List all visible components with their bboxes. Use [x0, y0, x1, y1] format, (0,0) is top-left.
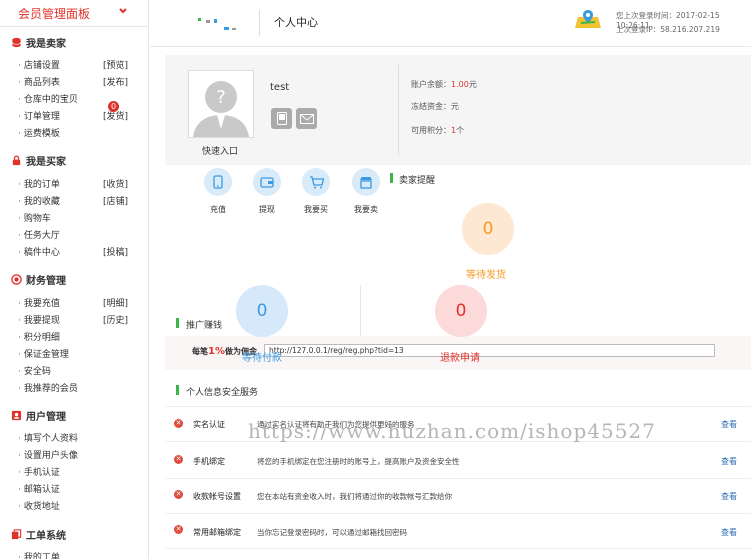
sidebar-item-points[interactable]: 积分明细: [18, 330, 128, 343]
site-logo[interactable]: [196, 13, 246, 37]
points-row: 可用积分：1个: [411, 126, 465, 135]
close-icon: ✕: [174, 525, 183, 534]
balance-row: 账户余额：1.00元: [411, 80, 477, 89]
coin-icon: [11, 274, 22, 285]
sidebar-item-my-orders[interactable]: 我的订单[收货]: [18, 177, 128, 190]
seller-reminder-title: 卖家提醒: [399, 176, 436, 186]
section-seller[interactable]: 我是卖家: [11, 35, 66, 50]
section-user[interactable]: 用户管理: [11, 408, 66, 423]
sidebar-item-avatar[interactable]: 设置用户头像: [18, 448, 128, 461]
sidebar-item-address[interactable]: 收货地址: [18, 499, 128, 512]
view-link[interactable]: 查看: [721, 456, 737, 467]
frozen-row: 冻结资金：元: [411, 102, 459, 111]
copy-icon: [11, 529, 22, 540]
sidebar: 会员管理面板 我是卖家 店铺设置[预览] 商品列表[发布] 仓库中的宝贝 订单管…: [0, 0, 149, 559]
shop-icon: [360, 176, 372, 189]
promo-title: 推广赚钱: [186, 321, 223, 331]
view-link[interactable]: 查看: [721, 419, 737, 430]
sidebar-item-deposit[interactable]: 保证金管理: [18, 347, 128, 360]
wait-ship-count[interactable]: 0: [462, 203, 514, 255]
chevron-down-icon[interactable]: [118, 6, 128, 16]
cart-icon: [309, 175, 324, 188]
wait-pay-count[interactable]: 0: [236, 285, 288, 337]
sidebar-item-freight-template[interactable]: 运费模板: [18, 126, 128, 139]
map-pin-icon: [575, 10, 601, 28]
database-icon: [12, 37, 21, 48]
sell-button[interactable]: [352, 168, 380, 196]
sidebar-item-profile[interactable]: 填写个人资料: [18, 431, 128, 444]
security-row: [165, 478, 751, 512]
phone-verify-icon[interactable]: [271, 108, 292, 129]
withdraw-label[interactable]: 提现: [247, 204, 287, 215]
sidebar-item-product-list[interactable]: 商品列表[发布]: [18, 75, 128, 88]
sidebar-item-phone-verify[interactable]: 手机认证: [18, 465, 128, 478]
security-row-name: 收款帐号设置: [193, 492, 241, 501]
last-login-ip: 上次登录IP：58.216.207.219: [616, 25, 720, 34]
phone-icon: [213, 175, 223, 189]
sidebar-item-cart[interactable]: 购物车: [18, 211, 128, 224]
section-buyer[interactable]: 我是买家: [11, 153, 66, 168]
security-title: 个人信息安全服务: [186, 388, 259, 398]
sidebar-item-email-verify[interactable]: 邮箱认证: [18, 482, 128, 495]
withdraw-button[interactable]: [253, 168, 281, 196]
quick-entry-label[interactable]: 快速入口: [202, 144, 238, 157]
sidebar-item-manuscript[interactable]: 稿件中心[投稿]: [18, 245, 128, 258]
security-row-name: 实名认证: [193, 420, 225, 429]
watermark: https://www.huzhan.com/ishop45527: [248, 419, 656, 443]
promo-link-field[interactable]: http://127.0.0.1/reg/reg.php?tid=13: [264, 344, 715, 357]
wait-ship-label[interactable]: 等待发货: [466, 266, 506, 281]
username: test: [270, 82, 290, 93]
view-link[interactable]: 查看: [721, 491, 737, 502]
buy-label[interactable]: 我要买: [296, 204, 336, 215]
sidebar-item-referrals[interactable]: 我推荐的会员: [18, 381, 128, 394]
close-icon: ✕: [174, 419, 183, 428]
recharge-label[interactable]: 充值: [198, 204, 238, 215]
wallet-icon: [260, 177, 274, 188]
section-tickets[interactable]: 工单系统: [11, 527, 66, 542]
security-row-desc: 将您的手机绑定在您注册时的账号上，提高账户及资金安全性: [257, 457, 460, 466]
security-row-desc: 您在本站有资金收入时，我们将通过你的收款帐号汇款给你: [257, 492, 452, 501]
security-row-desc: 当你忘记登录密码时，可以通过邮箱找回密码: [257, 528, 407, 537]
refund-label[interactable]: 退款申请: [440, 349, 480, 364]
close-icon: ✕: [174, 490, 183, 499]
sidebar-item-withdraw[interactable]: 我要提现[历史]: [18, 313, 128, 326]
order-count-badge: 0: [108, 101, 119, 112]
refund-count[interactable]: 0: [435, 285, 487, 337]
wait-pay-label[interactable]: 等待付款: [242, 349, 282, 364]
view-link[interactable]: 查看: [721, 527, 737, 538]
security-row-name: 常用邮箱绑定: [193, 528, 241, 537]
recharge-button[interactable]: [204, 168, 232, 196]
buy-button[interactable]: [302, 168, 330, 196]
security-row-name: 手机绑定: [193, 457, 225, 466]
section-finance[interactable]: 财务管理: [11, 272, 66, 287]
lock-icon: [12, 155, 21, 166]
page-title: 个人中心: [274, 16, 318, 29]
sidebar-item-my-tickets[interactable]: 我的工单: [18, 550, 128, 559]
user-card-icon: [11, 410, 22, 421]
sidebar-title: 会员管理面板: [18, 7, 91, 21]
security-row: [165, 513, 751, 547]
sidebar-item-security-code[interactable]: 安全码: [18, 364, 128, 377]
avatar[interactable]: ?: [188, 70, 254, 138]
sell-label[interactable]: 我要卖: [346, 204, 386, 215]
sidebar-item-task-hall[interactable]: 任务大厅: [18, 228, 128, 241]
sidebar-item-my-favorites[interactable]: 我的收藏[店铺]: [18, 194, 128, 207]
close-icon: ✕: [174, 455, 183, 464]
svg-text:?: ?: [216, 87, 226, 108]
sidebar-item-shop-settings[interactable]: 店铺设置[预览]: [18, 58, 128, 71]
sidebar-item-recharge[interactable]: 我要充值[明细]: [18, 296, 128, 309]
email-verify-icon[interactable]: [296, 108, 317, 129]
